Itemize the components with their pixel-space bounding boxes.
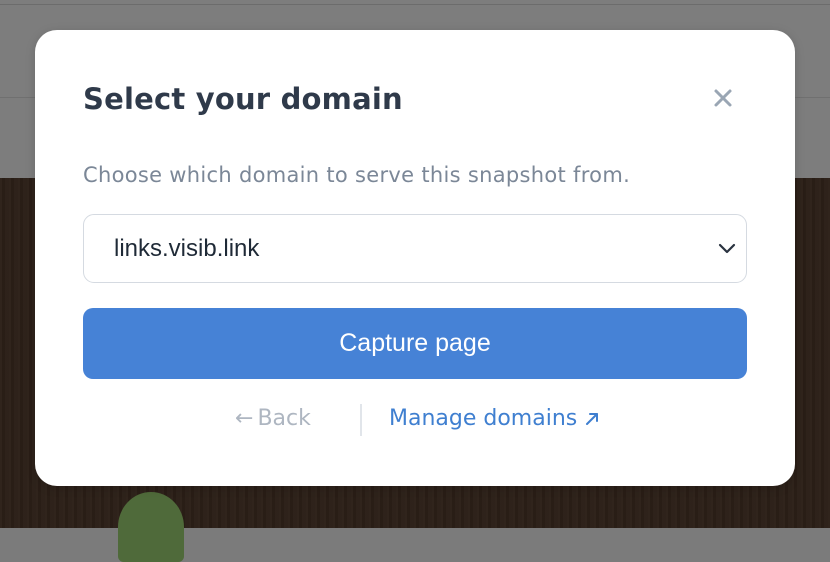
dialog-description: Choose which domain to serve this snapsh…	[83, 163, 631, 187]
back-link[interactable]: ← Back	[235, 406, 311, 431]
domain-dialog: Select your domain Choose which domain t…	[35, 30, 795, 486]
capture-page-button[interactable]: Capture page	[83, 308, 747, 379]
footer-divider	[360, 404, 362, 436]
capture-page-label: Capture page	[339, 329, 491, 357]
chevron-down-icon	[718, 243, 736, 254]
back-label: Back	[257, 406, 311, 431]
back-arrow-icon: ←	[235, 406, 254, 431]
background-plant	[118, 492, 184, 562]
dialog-footer: ← Back Manage domains	[35, 404, 795, 438]
domain-select[interactable]: links.visib.link	[83, 214, 747, 283]
manage-domains-label: Manage domains	[389, 406, 578, 431]
close-button[interactable]	[707, 82, 739, 114]
dialog-title: Select your domain	[83, 82, 403, 116]
close-icon	[714, 89, 732, 107]
manage-domains-link[interactable]: Manage domains	[389, 406, 601, 431]
domain-select-value: links.visib.link	[114, 235, 260, 262]
external-link-icon	[586, 412, 599, 425]
